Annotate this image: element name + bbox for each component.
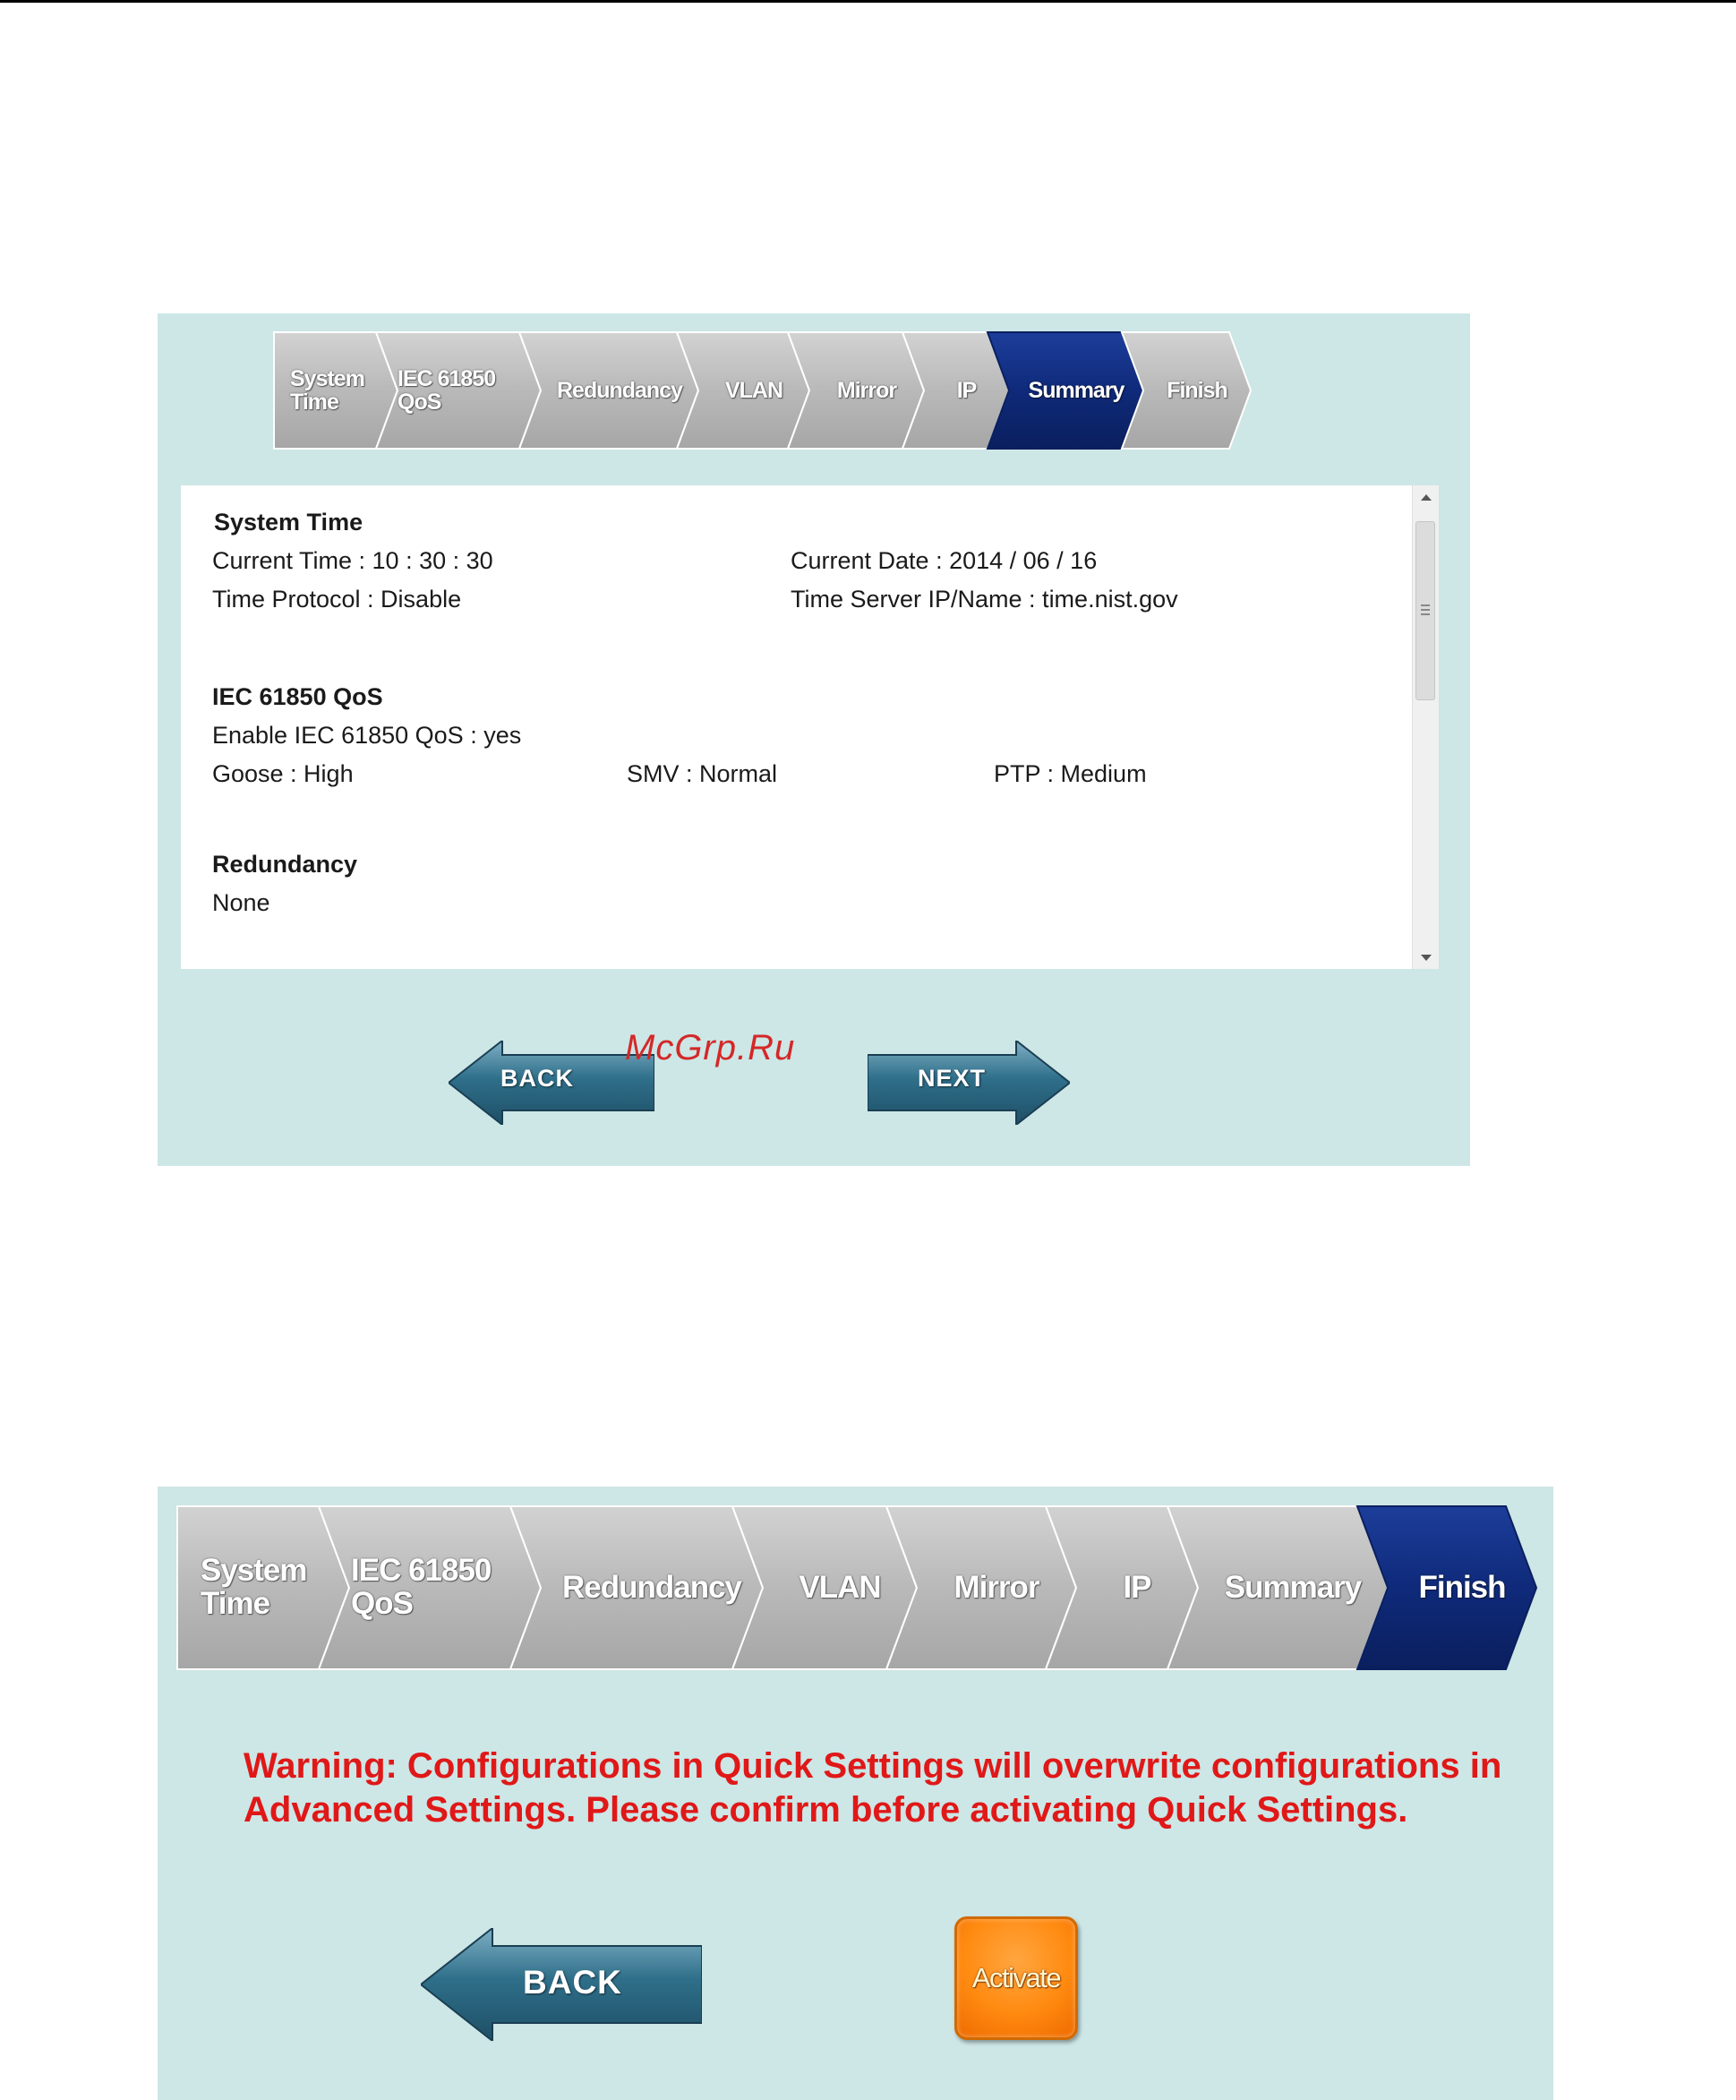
wizard-step-label-line: Redundancy	[561, 1569, 742, 1605]
time-server: Time Server IP/Name : time.nist.gov	[791, 586, 1178, 613]
wizard-step-label-line: System	[201, 1553, 308, 1589]
wizard-step-label: Finish	[1122, 332, 1251, 449]
wizard-step-label-line: VLAN	[799, 1569, 881, 1605]
wizard-step-finish: Finish	[1120, 331, 1253, 450]
activate-label: Activate	[971, 1962, 1062, 1993]
wizard-step-label-line: IP	[956, 377, 978, 403]
back-label: BACK	[500, 1065, 574, 1092]
wizard-step-label-line: Summary	[1224, 1569, 1363, 1605]
wizard-step-label-line: IEC 61850	[351, 1553, 492, 1589]
summary-step-panel: System Time IEC 61850 QoS Redundancy VLAN Mirr…	[158, 313, 1470, 1166]
arrow-up-icon	[1420, 493, 1432, 501]
time-protocol: Time Protocol : Disable	[212, 586, 462, 613]
wizard-step-label-line: IEC 61850	[398, 365, 496, 391]
goose-priority: Goose : High	[212, 760, 354, 787]
wizard-step-redundancy: Redundancy	[517, 331, 700, 450]
wizard-step-iec-61850-qos: IEC 61850 QoS	[374, 331, 543, 450]
wizard-step-label-line: Mirror	[836, 377, 897, 403]
wizard-step-label: IEC 61850 QoS	[319, 1506, 541, 1669]
finish-step-panel: System Time IEC 61850 QoS Redundancy VLAN Mirr…	[158, 1487, 1553, 2100]
wizard-step-label-line: Redundancy	[556, 377, 683, 403]
back-button[interactable]: BACK	[449, 1041, 654, 1125]
wizard-step-iec-61850-qos: IEC 61850 QoS	[317, 1505, 543, 1670]
wizard-step-finish: Finish	[1355, 1505, 1538, 1670]
wizard-step-label-line: IP	[1123, 1569, 1151, 1605]
redundancy-value: None	[212, 889, 270, 916]
scrollbar-thumb[interactable]	[1415, 521, 1435, 700]
wizard-step-summary: Summary	[986, 331, 1145, 450]
wizard-step-label-line: QoS	[398, 390, 441, 415]
ptp-priority: PTP : Medium	[994, 760, 1147, 787]
wizard-step-label-line: System	[290, 365, 365, 391]
grip-icon	[1421, 604, 1430, 615]
arrow-down-icon	[1420, 954, 1432, 961]
overwrite-warning: Warning: Configurations in Quick Setting…	[244, 1746, 1502, 1830]
wizard-step-label: Redundancy	[510, 1506, 763, 1669]
activate-button[interactable]: Activate	[954, 1916, 1078, 2040]
wizard-step-label: IEC 61850 QoS	[376, 332, 541, 449]
section-heading-system-time: System Time	[214, 509, 363, 536]
wizard-step-label-line: Time	[290, 390, 339, 415]
scroll-down-button[interactable]	[1413, 946, 1439, 969]
wizard-step-redundancy: Redundancy	[509, 1505, 765, 1670]
wizard-step-label-line: Summary	[1028, 377, 1125, 403]
scroll-up-button[interactable]	[1413, 485, 1439, 509]
next-label: NEXT	[918, 1065, 987, 1092]
summary-content: System Time Current Time : 10 : 30 : 30 …	[181, 485, 1413, 969]
next-button[interactable]: NEXT	[868, 1041, 1070, 1125]
section-heading-redundancy: Redundancy	[212, 851, 358, 878]
top-rule	[0, 0, 1736, 3]
summary-box: System Time Current Time : 10 : 30 : 30 …	[181, 485, 1439, 969]
vertical-scrollbar[interactable]	[1412, 485, 1439, 969]
wizard-step-summary: Summary	[1166, 1505, 1390, 1670]
wizard-step-label: Summary	[988, 332, 1143, 449]
watermark: McGrp.Ru	[625, 1028, 796, 1067]
wizard-step-label-line: QoS	[351, 1586, 414, 1621]
wizard-step-label-line: Time	[201, 1586, 270, 1621]
enable-iec-qos: Enable IEC 61850 QoS : yes	[212, 722, 522, 749]
wizard-step-label: Summary	[1167, 1506, 1388, 1669]
wizard-step-label-line: Finish	[1418, 1569, 1506, 1605]
wizard-step-label-line: Mirror	[954, 1569, 1039, 1605]
current-date: Current Date : 2014 / 06 / 16	[791, 547, 1098, 574]
wizard-step-label: Finish	[1357, 1506, 1536, 1669]
section-heading-iec-qos: IEC 61850 QoS	[212, 683, 383, 710]
smv-priority: SMV : Normal	[627, 760, 778, 787]
wizard-step-label: Redundancy	[519, 332, 698, 449]
wizard-step-label-line: Finish	[1167, 377, 1228, 403]
wizard-step-label-line: VLAN	[724, 377, 783, 403]
current-time: Current Time : 10 : 30 : 30	[212, 547, 493, 574]
back-button[interactable]: BACK	[421, 1928, 702, 2041]
back-label: BACK	[523, 1964, 622, 2001]
